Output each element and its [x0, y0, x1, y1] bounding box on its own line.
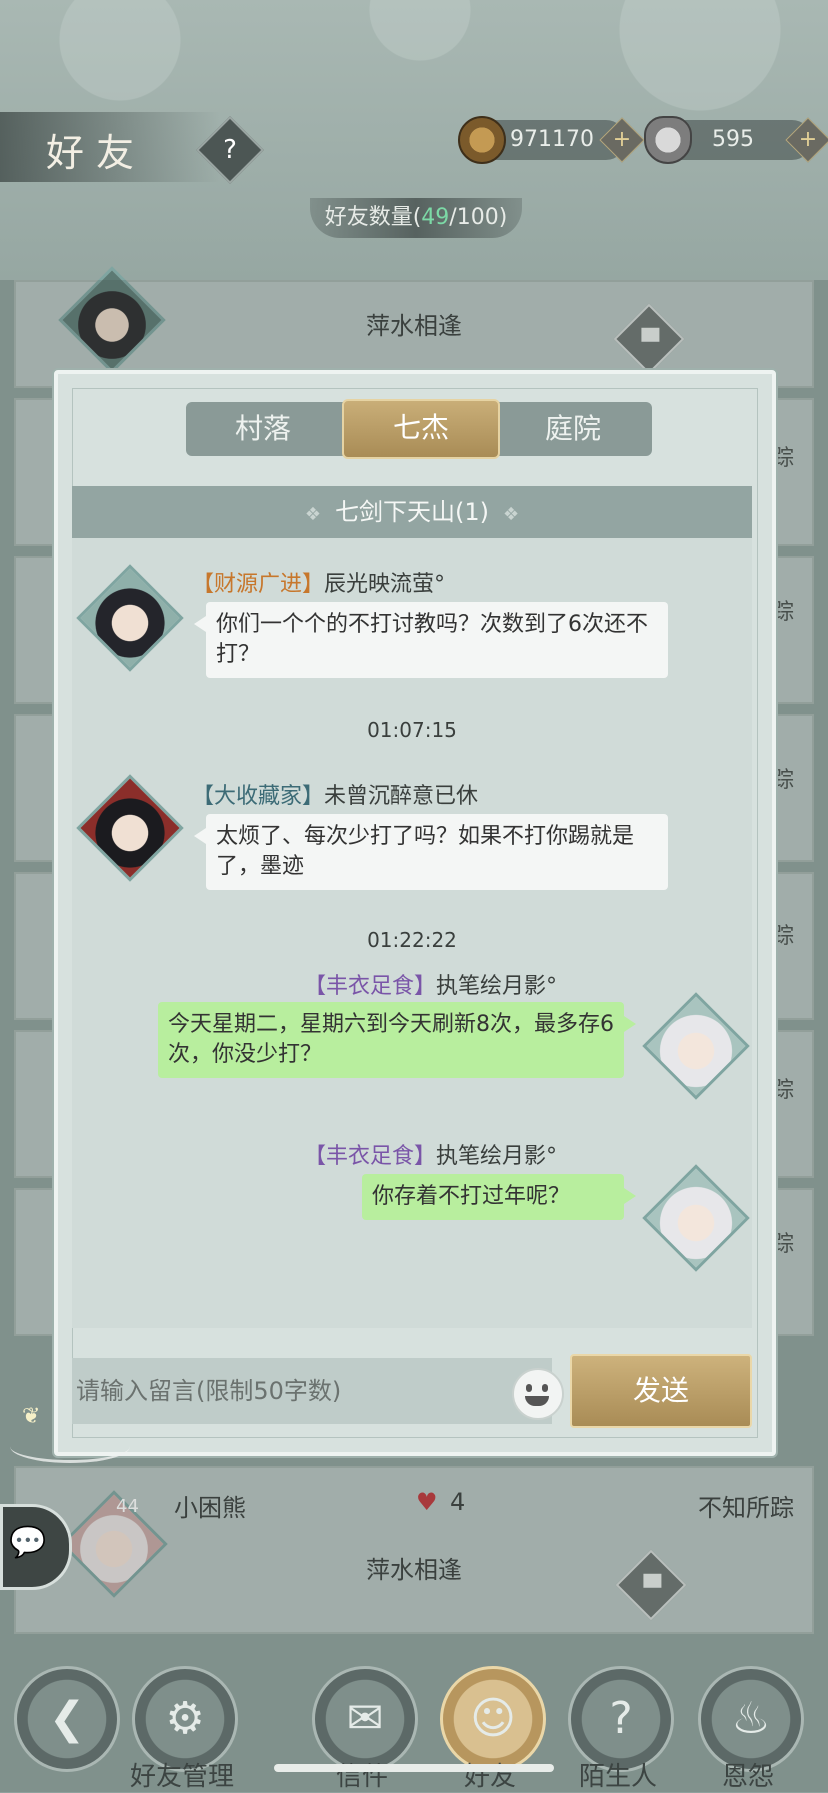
channel-tabs: 村落 七杰 庭院 — [186, 399, 652, 459]
cloud-swirl — [10, 1430, 130, 1463]
stranger-icon: ? — [609, 1693, 633, 1744]
message-bubble: 你们一个个的不打讨教吗？次数到了6次还不打？ — [194, 602, 668, 678]
strangers-label: 陌生人 — [578, 1762, 657, 1792]
tab-courtyard[interactable]: 庭院 — [496, 402, 650, 456]
message-sender: 【财源广进】辰光映流萤° — [192, 572, 446, 597]
back-button[interactable]: ❮ — [14, 1666, 120, 1772]
chat-bubble-icon: 💬 — [9, 1525, 47, 1560]
mail-label: 信件 — [335, 1762, 388, 1792]
avatar[interactable] — [76, 774, 184, 882]
avatar[interactable] — [642, 992, 750, 1100]
user-gear-icon: ⚙ — [165, 1693, 205, 1744]
message-timestamp: 01:07:15 — [367, 718, 457, 742]
message-input[interactable] — [72, 1358, 552, 1424]
message-bubble: 太烦了、每次少打了吗？如果不打你踢就是了，墨迹 — [194, 814, 668, 890]
home-indicator[interactable] — [274, 1764, 554, 1772]
avatar[interactable] — [76, 564, 184, 672]
plus-icon: + — [798, 127, 818, 152]
incense-icon: ♨ — [731, 1693, 771, 1744]
grudges-label: 恩怨 — [721, 1762, 774, 1792]
channel-title: ❖ 七剑下天山(1) ❖ — [72, 486, 752, 538]
tab-qijie[interactable]: 七杰 — [342, 399, 500, 459]
chat-messages[interactable]: 【财源广进】辰光映流萤° 你们一个个的不打讨教吗？次数到了6次还不打？ 01:0… — [72, 538, 752, 1328]
chat-float-button[interactable]: 💬 — [0, 1504, 72, 1590]
message-sender: 【丰衣足食】执笔绘月影° — [304, 974, 558, 999]
message-timestamp: 01:22:22 — [367, 928, 457, 952]
chat-modal: 村落 七杰 庭院 ❖ 七剑下天山(1) ❖ 【财源广进】辰光映流萤° 你们一个个的不… — [54, 370, 776, 1456]
page-title: 好友 — [46, 131, 147, 175]
butterfly-icon: ❦ — [22, 1404, 41, 1429]
avatar[interactable] — [642, 1164, 750, 1272]
send-button[interactable]: 发送 — [570, 1354, 752, 1428]
copper-coin-icon — [458, 116, 506, 164]
friend-manage-label: 好友管理 — [129, 1762, 234, 1792]
help-icon: ? — [223, 135, 237, 165]
copper-amount: 971170 — [510, 127, 594, 152]
message-input-row: 发送 — [72, 1354, 752, 1428]
copper-currency: 971170 + — [458, 116, 645, 164]
ornament-icon: ❖ — [503, 504, 520, 525]
message-sender: 【大收藏家】未曾沉醉意已休 — [192, 784, 479, 809]
tab-village[interactable]: 村落 — [186, 402, 340, 456]
back-arrow-icon: ❮ — [48, 1693, 86, 1744]
silver-currency: 595 + — [644, 116, 828, 164]
silver-amount: 595 — [712, 127, 754, 152]
emoji-icon[interactable] — [512, 1368, 564, 1420]
plus-icon: + — [612, 127, 632, 152]
message-bubble: 今天星期二，星期六到今天刷新8次，最多存6次，你没少打？ — [158, 1002, 636, 1078]
mail-icon: ✉ — [346, 1693, 384, 1744]
message-sender: 【丰衣足食】执笔绘月影° — [304, 1144, 558, 1169]
person-icon: ☺ — [470, 1693, 516, 1744]
friends-label: 好友 — [463, 1762, 516, 1792]
ornament-icon: ❖ — [304, 504, 321, 525]
message-bubble: 你存着不打过年呢？ — [362, 1174, 636, 1220]
friend-count: 好友数量(49/100) — [310, 198, 522, 238]
silver-ingot-icon — [644, 116, 692, 164]
